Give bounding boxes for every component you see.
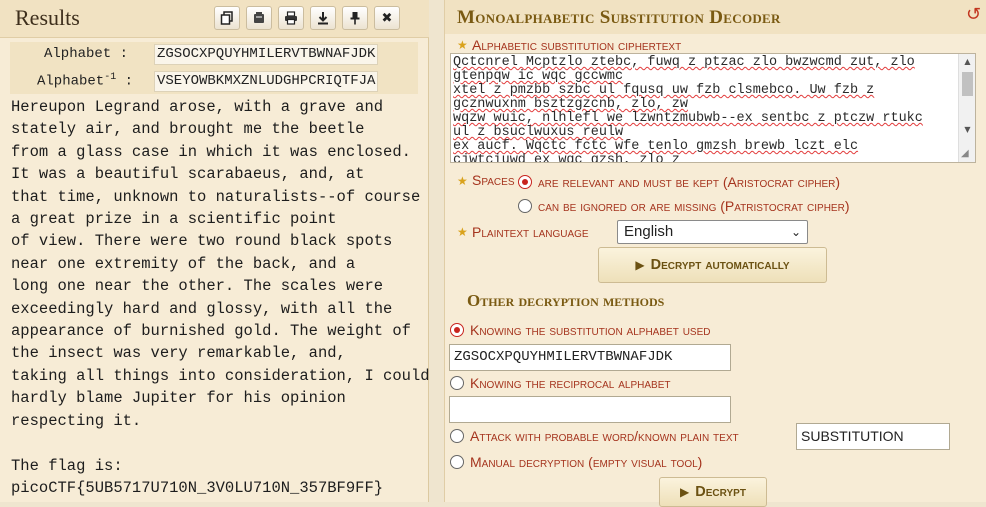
decrypt-automatically-label: Decrypt automatically: [650, 257, 790, 273]
language-label: Plaintext language: [472, 224, 589, 240]
copy-icon: [220, 11, 233, 25]
method-alphabet-label[interactable]: Knowing the substitution alphabet used: [470, 322, 710, 338]
decrypt-label: Decrypt: [695, 484, 746, 500]
resize-grip-icon[interactable]: ◢: [961, 148, 973, 160]
print-button[interactable]: [278, 6, 304, 30]
decoder-panel: Monoalphabetic Substitution Decoder ↺ ★ …: [444, 0, 986, 507]
decoder-header: Monoalphabetic Substitution Decoder ↺: [445, 0, 986, 34]
ciphertext-scrollbar[interactable]: ▲ ▼: [958, 54, 975, 162]
required-star-icon: ★: [457, 174, 468, 188]
method-known-plaintext-label[interactable]: Attack with probable word/known plain te…: [470, 428, 739, 444]
clear-icon: [254, 12, 264, 23]
spaces-kept-radio[interactable]: [518, 175, 532, 189]
required-star-icon: ★: [457, 225, 468, 239]
inverse-alphabet-row: Alphabet-1 : VSEYOWBKMXZNLUDGHPCRIQTFJA: [10, 69, 418, 93]
spaces-label: Spaces: [472, 172, 515, 188]
spaces-kept-label[interactable]: are relevant and must be kept (Aristocra…: [538, 174, 840, 190]
chevron-down-icon: ⌄: [790, 225, 801, 239]
decrypt-button[interactable]: ▶ Decrypt: [659, 477, 767, 507]
language-select-value: English: [624, 223, 674, 240]
results-header: Results ✖: [0, 0, 429, 38]
method-manual-radio[interactable]: [450, 455, 464, 469]
close-icon: ✖: [381, 10, 393, 26]
scroll-up-icon[interactable]: ▲: [959, 54, 975, 70]
clear-button[interactable]: [246, 6, 272, 30]
alphabet-value: ZGSOCXPQUYHMILERVTBWNAFJDK: [154, 44, 379, 65]
spaces-ignored-radio[interactable]: [518, 199, 532, 213]
copy-button[interactable]: [214, 6, 240, 30]
spaces-ignored-label[interactable]: can be ignored or are missing (Patristoc…: [538, 198, 849, 214]
scroll-thumb[interactable]: [962, 72, 973, 96]
method-manual-label[interactable]: Manual decryption (empty visual tool): [470, 454, 702, 470]
alphabet-label: Alphabet :: [44, 46, 129, 62]
results-toolbar: ✖: [214, 6, 406, 30]
download-button[interactable]: [310, 6, 336, 30]
scroll-down-icon[interactable]: ▼: [959, 122, 975, 138]
alphabet-row: Alphabet : ZGSOCXPQUYHMILERVTBWNAFJDK: [10, 42, 418, 66]
download-icon: [318, 12, 328, 25]
known-plaintext-input[interactable]: SUBSTITUTION: [796, 423, 950, 450]
inverse-alphabet-label: Alphabet-1 :: [37, 72, 134, 90]
other-methods-title: Other decryption methods: [467, 291, 665, 310]
results-panel: Results ✖ Alphabet: ZGSOCXPQUYHMILERVTB…: [0, 0, 430, 502]
ciphertext-label: Alphabetic substitution ciphertext: [472, 37, 682, 53]
method-known-plaintext-radio[interactable]: [450, 429, 464, 443]
method-reciprocal-label[interactable]: Knowing the reciprocal alphabet: [470, 375, 670, 391]
pin-icon: [350, 12, 360, 25]
play-icon: ▶: [635, 258, 645, 272]
print-icon: [285, 11, 297, 25]
reciprocal-alphabet-input[interactable]: [449, 396, 731, 423]
play-icon: ▶: [680, 485, 690, 499]
substitution-alphabet-input[interactable]: ZGSOCXPQUYHMILERVTBWNAFJDK: [449, 344, 731, 371]
method-alphabet-radio[interactable]: [450, 323, 464, 337]
ciphertext-value: Qctcnrel Mcptzlo ztebc, fuwq z ptzac zlo…: [453, 55, 923, 163]
decoded-text: Hereupon Legrand arose, with a grave and…: [11, 98, 430, 497]
close-button[interactable]: ✖: [374, 6, 400, 30]
inverse-alphabet-value: VSEYOWBKMXZNLUDGHPCRIQTFJA: [154, 71, 379, 92]
language-select[interactable]: English ⌄: [617, 220, 808, 244]
alphabet-box: Alphabet : ZGSOCXPQUYHMILERVTBWNAFJDK Al…: [10, 42, 418, 94]
ciphertext-textarea[interactable]: Qctcnrel Mcptzlo ztebc, fuwq z ptzac zlo…: [450, 53, 976, 163]
reset-icon[interactable]: ↺: [966, 4, 986, 28]
pin-button[interactable]: [342, 6, 368, 30]
decoder-title: Monoalphabetic Substitution Decoder: [457, 7, 781, 28]
required-star-icon: ★: [457, 38, 468, 52]
results-title: Results: [15, 5, 80, 30]
method-reciprocal-radio[interactable]: [450, 376, 464, 390]
decrypt-automatically-button[interactable]: ▶ Decrypt automatically: [598, 247, 827, 283]
